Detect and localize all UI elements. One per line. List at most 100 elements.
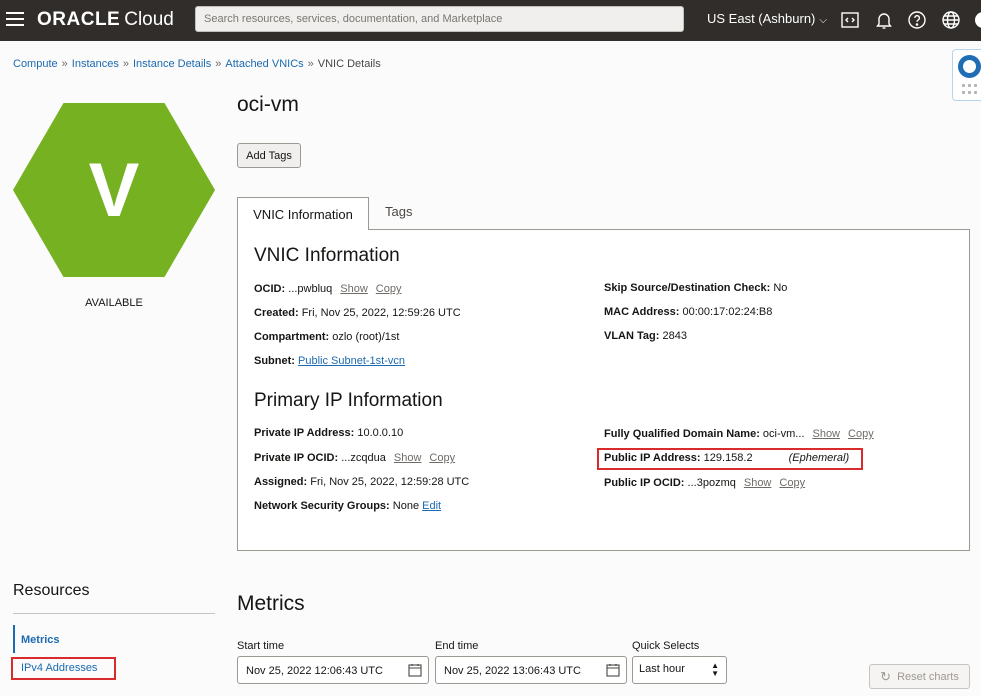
quick-selects-value: Last hour [639, 663, 685, 675]
nsg-label: Network Security Groups: [254, 500, 390, 512]
language-globe-icon[interactable] [940, 9, 962, 31]
subnet-label: Subnet: [254, 355, 295, 367]
chevron-down-icon: ⌵ [819, 15, 827, 26]
ocid-value: ...pwbluq [288, 283, 333, 295]
ocid-copy-link[interactable]: Copy [376, 283, 402, 295]
compartment-label: Compartment: [254, 331, 330, 343]
status-label: AVAILABLE [85, 297, 143, 309]
region-selector[interactable]: US East (Ashburn) ⌵ [707, 11, 827, 26]
end-time-label: End time [435, 640, 479, 652]
compartment-row: Compartment: ozlo (root)/1st [254, 331, 399, 343]
nsg-row: Network Security Groups: None Edit [254, 500, 441, 512]
subnet-row: Subnet: Public Subnet-1st-vcn [254, 355, 405, 367]
fqdn-value: oci-vm... [762, 428, 805, 440]
assigned-value: Fri, Nov 25, 2022, 12:59:28 UTC [310, 476, 470, 488]
private-ip-ocid-row: Private IP OCID: ...zcqdua Show Copy [254, 452, 455, 464]
nsg-value: None [392, 500, 420, 512]
menu-icon[interactable] [6, 12, 24, 26]
help-lifebuoy-widget[interactable] [952, 49, 981, 101]
resource-link-metrics[interactable]: Metrics [21, 634, 60, 646]
calendar-icon[interactable] [606, 663, 620, 677]
end-time-value: Nov 25, 2022 13:06:43 UTC [444, 665, 581, 677]
breadcrumb-instance-details[interactable]: Instance Details [133, 58, 211, 70]
brand-name: ORACLE [37, 9, 121, 30]
tab-vnic-information[interactable]: VNIC Information [237, 197, 369, 230]
compartment-value: ozlo (root)/1st [332, 331, 400, 343]
reset-charts-button[interactable]: ↻ Reset charts [869, 664, 970, 689]
breadcrumb-separator: » [307, 58, 314, 70]
breadcrumb: Compute» Instances» Instance Details» Attac… [13, 58, 381, 70]
search-input[interactable]: Search resources, services, documentatio… [195, 6, 684, 32]
public-ip-highlight-box [597, 448, 863, 470]
breadcrumb-compute[interactable]: Compute [13, 58, 58, 70]
resources-divider [13, 613, 215, 614]
public-ip-ocid-label: Public IP OCID: [604, 477, 685, 489]
metrics-heading: Metrics [237, 592, 305, 615]
private-ip-ocid-show-link[interactable]: Show [394, 452, 422, 464]
vnic-hexagon-icon: V [13, 103, 215, 277]
lifebuoy-icon [958, 55, 981, 78]
resources-active-indicator [13, 625, 15, 653]
mac-address-row: MAC Address: 00:00:17:02:24:B8 [604, 306, 772, 318]
created-row: Created: Fri, Nov 25, 2022, 12:59:26 UTC [254, 307, 461, 319]
quick-selects-label: Quick Selects [632, 640, 700, 652]
private-ip-row: Private IP Address: 10.0.0.10 [254, 427, 403, 439]
vlan-tag-label: VLAN Tag: [604, 330, 660, 342]
skip-check-row: Skip Source/Destination Check: No [604, 282, 787, 294]
skip-check-label: Skip Source/Destination Check: [604, 282, 771, 294]
up-down-chevron-icon: ▲ ▼ [711, 661, 719, 678]
add-tags-button[interactable]: Add Tags [237, 143, 301, 168]
mac-address-value: 00:00:17:02:24:B8 [682, 306, 773, 318]
grid-handle-icon [962, 84, 978, 96]
created-label: Created: [254, 307, 299, 319]
public-ip-ocid-show-link[interactable]: Show [744, 477, 772, 489]
calendar-icon[interactable] [408, 663, 422, 677]
brand-product: Cloud [124, 9, 174, 30]
notifications-bell-icon[interactable] [873, 9, 895, 31]
nsg-edit-link[interactable]: Edit [422, 500, 441, 512]
end-time-field[interactable]: Nov 25, 2022 13:06:43 UTC [435, 656, 627, 684]
breadcrumb-separator: » [61, 58, 68, 70]
private-ip-ocid-value: ...zcqdua [341, 452, 386, 464]
page-title: oci-vm [237, 93, 299, 116]
start-time-field[interactable]: Nov 25, 2022 12:06:43 UTC [237, 656, 429, 684]
breadcrumb-current: VNIC Details [317, 58, 381, 70]
public-ip-ocid-copy-link[interactable]: Copy [779, 477, 805, 489]
breadcrumb-separator: » [215, 58, 222, 70]
help-question-icon[interactable] [906, 9, 928, 31]
breadcrumb-attached-vnics[interactable]: Attached VNICs [225, 58, 303, 70]
resources-heading: Resources [13, 582, 90, 599]
mac-address-label: MAC Address: [604, 306, 680, 318]
private-ip-label: Private IP Address: [254, 427, 355, 439]
hexagon-letter: V [88, 147, 140, 233]
quick-selects-dropdown[interactable]: Last hour ▲ ▼ [632, 656, 727, 684]
public-ip-ocid-row: Public IP OCID: ...3pozmq Show Copy [604, 477, 805, 489]
oracle-cloud-logo[interactable]: ORACLE Cloud [37, 9, 174, 31]
start-time-value: Nov 25, 2022 12:06:43 UTC [246, 665, 383, 677]
fqdn-row: Fully Qualified Domain Name: oci-vm... Sh… [604, 428, 874, 440]
fqdn-label: Fully Qualified Domain Name: [604, 428, 760, 440]
ocid-show-link[interactable]: Show [340, 283, 368, 295]
private-ip-ocid-label: Private IP OCID: [254, 452, 339, 464]
user-profile-icon[interactable] [972, 9, 981, 31]
start-time-label: Start time [237, 640, 285, 652]
breadcrumb-instances[interactable]: Instances [72, 58, 119, 70]
region-label: US East (Ashburn) [707, 11, 816, 26]
top-navigation-bar: ORACLE Cloud Search resources, services, … [0, 0, 981, 41]
tab-tags[interactable]: Tags [385, 204, 412, 219]
private-ip-ocid-copy-link[interactable]: Copy [429, 452, 455, 464]
primary-ip-heading: Primary IP Information [254, 390, 443, 411]
vlan-tag-row: VLAN Tag: 2843 [604, 330, 687, 342]
public-ip-ocid-value: ...3pozmq [687, 477, 736, 489]
assigned-label: Assigned: [254, 476, 308, 488]
cloud-shell-icon[interactable] [839, 9, 861, 31]
fqdn-copy-link[interactable]: Copy [848, 428, 874, 440]
fqdn-show-link[interactable]: Show [812, 428, 840, 440]
subnet-link[interactable]: Public Subnet-1st-vcn [298, 355, 405, 367]
skip-check-value: No [773, 282, 788, 294]
private-ip-value: 10.0.0.10 [357, 427, 404, 439]
ipv4-highlight-box [11, 657, 116, 680]
created-value: Fri, Nov 25, 2022, 12:59:26 UTC [301, 307, 461, 319]
vnic-information-heading: VNIC Information [254, 245, 400, 266]
refresh-icon: ↻ [880, 668, 892, 684]
